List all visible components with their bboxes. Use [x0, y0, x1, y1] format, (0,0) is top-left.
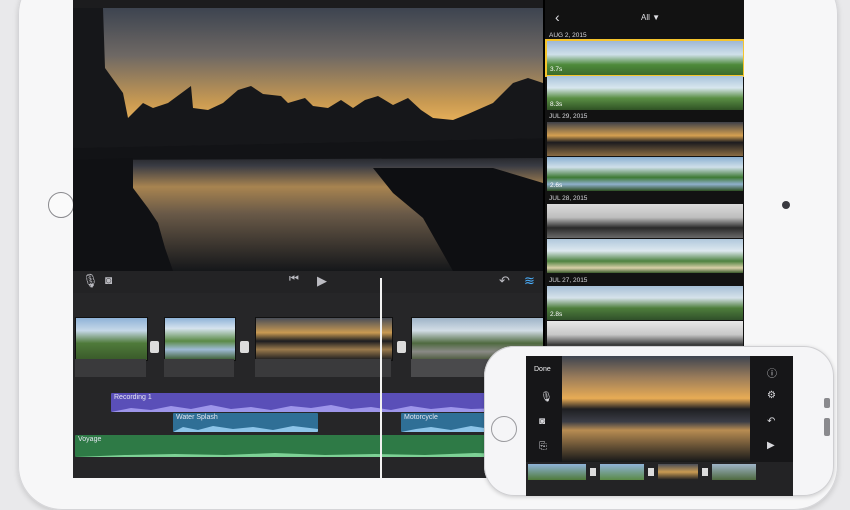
iphone-frame: Done 🎙 ◙ ⎘ ⓘ ⚙ ↶ ▶ [484, 346, 834, 496]
media-clip[interactable]: 2.8s [547, 286, 743, 320]
clip-duration: 2.8s [550, 311, 563, 318]
camera-icon[interactable]: ◙ [539, 416, 545, 427]
media-clip[interactable] [547, 122, 743, 156]
transition-icon[interactable] [150, 341, 159, 353]
voiceover-icon[interactable]: ⎘ [539, 441, 547, 452]
video-clip[interactable] [255, 317, 393, 361]
microphone-icon[interactable]: 🎙 [540, 392, 553, 403]
clip-duration: 2.6s [550, 182, 563, 189]
clip-duration: 3.7s [550, 66, 563, 73]
browser-header: ‹ All ▼ [545, 8, 744, 30]
media-clip[interactable] [547, 204, 743, 238]
filter-label: All [641, 13, 650, 22]
viewer-scene [73, 8, 543, 271]
clip-audio-strip [255, 359, 391, 377]
media-clip[interactable] [547, 239, 743, 273]
iphone-viewer[interactable] [562, 356, 750, 462]
waveform [173, 426, 318, 432]
microphone-icon[interactable]: 🎙 [82, 273, 99, 289]
ipad-camera [782, 201, 790, 209]
iphone-home-button[interactable] [491, 416, 517, 442]
audio-waveform-icon[interactable]: ≋ [524, 273, 535, 289]
playhead[interactable] [380, 278, 382, 478]
clip-audio-strip [75, 359, 146, 377]
audio-track-voyage[interactable]: Voyage [75, 435, 543, 457]
section-date: JUL 27, 2015 [549, 277, 588, 284]
settings-icon[interactable]: ⚙ [767, 390, 776, 401]
iphone-timeline[interactable] [526, 462, 793, 496]
transition-icon[interactable] [702, 468, 708, 476]
play-icon[interactable]: ▶ [767, 440, 775, 451]
audio-track-label: Water Splash [176, 414, 218, 421]
audio-track-label: Recording 1 [114, 394, 152, 401]
undo-icon[interactable]: ↶ [767, 416, 775, 427]
audio-track-label: Voyage [78, 436, 102, 443]
section-date: AUG 2, 2015 [549, 32, 587, 39]
timeline-toolbar: 🎙 ◙ ⏮ ▶ ↶ ≋ [73, 271, 543, 293]
waveform [75, 453, 543, 457]
media-clip[interactable]: 2.6s [547, 157, 743, 191]
transition-icon[interactable] [648, 468, 654, 476]
done-button[interactable]: Done [534, 366, 551, 373]
transition-icon[interactable] [397, 341, 406, 353]
section-date: JUL 28, 2015 [549, 195, 588, 202]
video-clip[interactable] [75, 317, 148, 361]
timeline[interactable]: Recording 1 Water Splash Motorcycle Voya… [73, 293, 545, 478]
iphone-side-button[interactable] [824, 398, 830, 408]
media-clip[interactable]: 8.3s [547, 76, 743, 110]
back-chevron-icon[interactable]: ‹ [555, 9, 560, 25]
video-viewer[interactable] [73, 8, 543, 271]
iphone-side-button[interactable] [824, 418, 830, 436]
help-icon[interactable]: ⓘ [767, 365, 777, 380]
play-icon[interactable]: ▶ [317, 273, 327, 289]
waveform [111, 405, 501, 412]
clip-duration: 8.3s [550, 101, 563, 108]
skip-back-icon[interactable]: ⏮ [289, 273, 299, 286]
camera-icon[interactable]: ◙ [105, 273, 112, 287]
audio-track-recording[interactable]: Recording 1 [111, 393, 501, 412]
transition-icon[interactable] [240, 341, 249, 353]
clip-audio-strip [164, 359, 234, 377]
ipad-home-button[interactable] [48, 192, 74, 218]
filter-dropdown[interactable]: All ▼ [641, 13, 660, 22]
filter-triangle-icon: ▼ [652, 13, 661, 22]
transition-icon[interactable] [590, 468, 596, 476]
audio-track-water-splash[interactable]: Water Splash [173, 413, 318, 432]
iphone-screen: Done 🎙 ◙ ⎘ ⓘ ⚙ ↶ ▶ [526, 356, 793, 496]
media-clip[interactable]: 3.7s [545, 39, 744, 77]
video-clip[interactable] [164, 317, 236, 361]
section-date: JUL 29, 2015 [549, 113, 588, 120]
undo-icon[interactable]: ↶ [499, 273, 510, 289]
audio-track-label: Motorcycle [404, 414, 438, 421]
